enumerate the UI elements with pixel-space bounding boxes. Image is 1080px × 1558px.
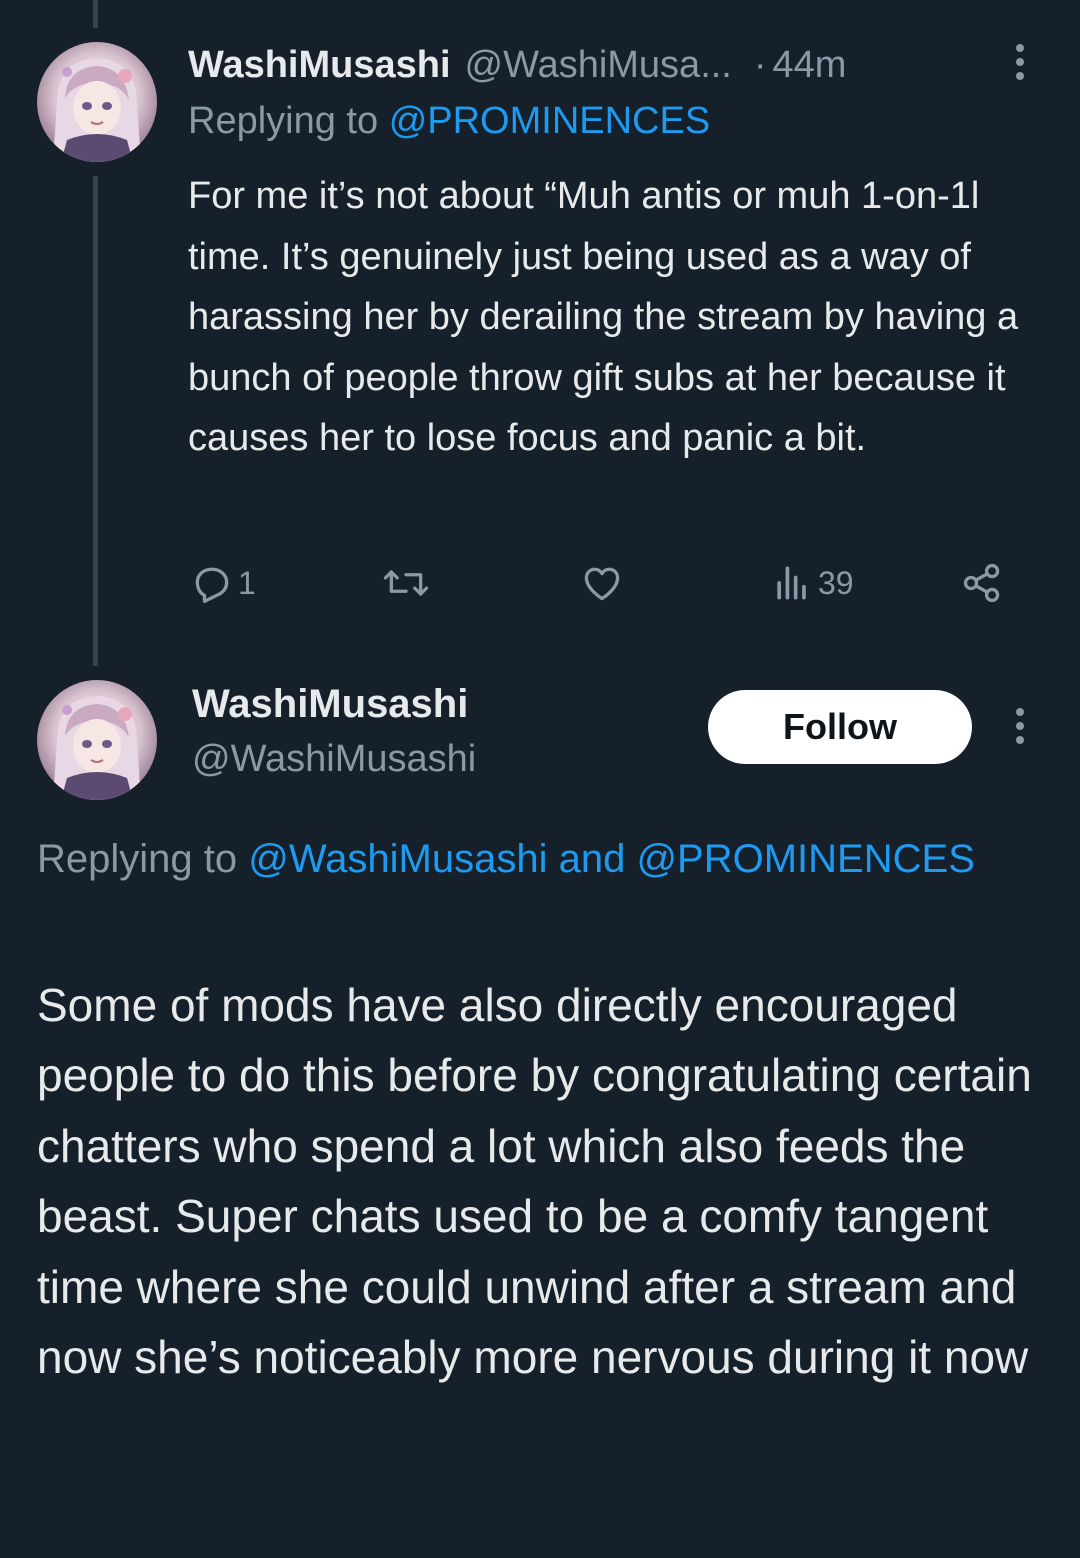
share-icon	[963, 563, 1000, 603]
like-button[interactable]	[580, 558, 628, 608]
tweet1-header: WashiMusashi @WashiMusa... · 44m	[188, 40, 846, 90]
mention-link[interactable]: @PROMINENCES	[389, 100, 711, 142]
avatar[interactable]	[37, 680, 157, 800]
mention-link[interactable]: @PROMINENCES	[636, 837, 974, 881]
share-button[interactable]	[960, 558, 1004, 608]
tweet2-text: Some of mods have also directly encourag…	[37, 979, 1032, 1384]
mention-joiner[interactable]: and	[559, 837, 626, 881]
reply-count: 1	[238, 564, 256, 601]
thread-connector-line	[93, 176, 98, 666]
user-handle[interactable]: @WashiMusashi	[192, 738, 476, 781]
views-icon	[777, 566, 806, 600]
retweet-icon	[383, 570, 429, 596]
tweet1-action-bar: 1 39	[188, 558, 1018, 608]
like-icon	[584, 567, 620, 601]
replying-prefix: Replying to	[188, 100, 379, 142]
kebab-menu-icon[interactable]	[1013, 708, 1027, 744]
replying-to-line: Replying to @WashiMusashi and @PROMINENC…	[37, 828, 1037, 890]
avatar-illustration	[37, 42, 157, 162]
replying-to-line: Replying to @PROMINENCES	[188, 100, 710, 143]
display-name[interactable]: WashiMusashi	[192, 682, 468, 727]
views-count: 39	[818, 564, 854, 601]
reply-icon	[195, 567, 229, 603]
timestamp[interactable]: 44m	[773, 44, 847, 87]
kebab-menu-icon[interactable]	[1013, 44, 1027, 80]
views-button[interactable]: 39	[770, 558, 854, 608]
separator-dot: ·	[753, 43, 767, 86]
thread-line-top	[93, 0, 98, 28]
user-handle[interactable]: @WashiMusa...	[465, 44, 732, 87]
avatar-illustration	[37, 680, 157, 800]
reply-button[interactable]: 1	[190, 558, 256, 608]
tweet1-text: For me it’s not about “Muh antis or muh …	[188, 175, 1019, 459]
avatar[interactable]	[37, 42, 157, 162]
mention-link[interactable]: @WashiMusashi	[248, 837, 547, 881]
retweet-button[interactable]	[382, 558, 434, 608]
replying-prefix: Replying to	[37, 837, 238, 881]
display-name[interactable]: WashiMusashi	[188, 44, 451, 87]
follow-button[interactable]: Follow	[708, 690, 972, 764]
